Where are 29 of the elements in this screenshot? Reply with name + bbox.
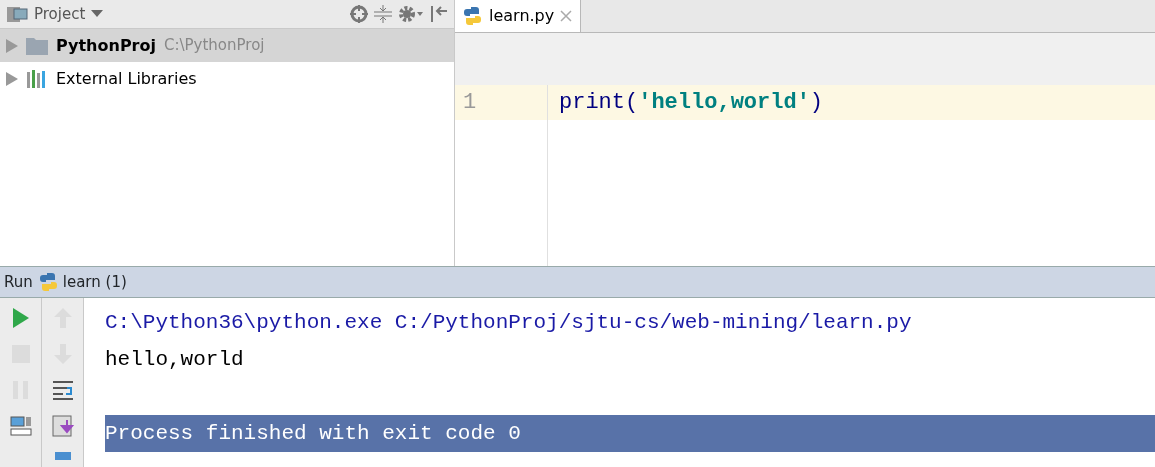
item-name: PythonProj: [56, 34, 156, 57]
line-number: 1: [463, 89, 477, 117]
console-output: hello,world: [105, 348, 244, 371]
panel-icon[interactable]: [6, 5, 28, 23]
console-output: Process finished with exit code 0: [105, 422, 521, 445]
item-path: C:\PythonProj: [163, 35, 265, 57]
item-name: External Libraries: [56, 67, 197, 90]
scroll-to-end-icon[interactable]: [50, 414, 75, 438]
python-icon: [38, 272, 59, 292]
command-line: C:\Python36\python.exe C:/PythonProj/sjtu-cs/web-mining/learn.py: [105, 311, 912, 334]
tree-item[interactable]: External Libraries: [0, 62, 454, 95]
dropdown-icon[interactable]: [91, 10, 104, 18]
hide-panel-icon[interactable]: [430, 5, 448, 23]
expand-arrow-icon[interactable]: [6, 38, 18, 53]
expand-arrow-icon[interactable]: [6, 71, 18, 86]
library-icon: [26, 69, 48, 88]
locate-icon[interactable]: [350, 5, 368, 23]
panel-title: Project: [34, 3, 86, 25]
layout-icon[interactable]: [8, 414, 33, 438]
folder-icon: [26, 36, 48, 55]
tree-item[interactable]: PythonProj C:\PythonProj: [0, 29, 454, 62]
run-tab[interactable]: learn (1): [38, 270, 127, 294]
editor-tab[interactable]: learn.py: [455, 0, 582, 32]
close-icon[interactable]: [560, 10, 573, 22]
collapse-icon[interactable]: [374, 5, 392, 23]
python-file-icon: [463, 6, 483, 26]
panel-title: Run: [4, 271, 33, 293]
soft-wrap-icon[interactable]: [50, 378, 75, 402]
settings-icon[interactable]: [398, 5, 424, 23]
